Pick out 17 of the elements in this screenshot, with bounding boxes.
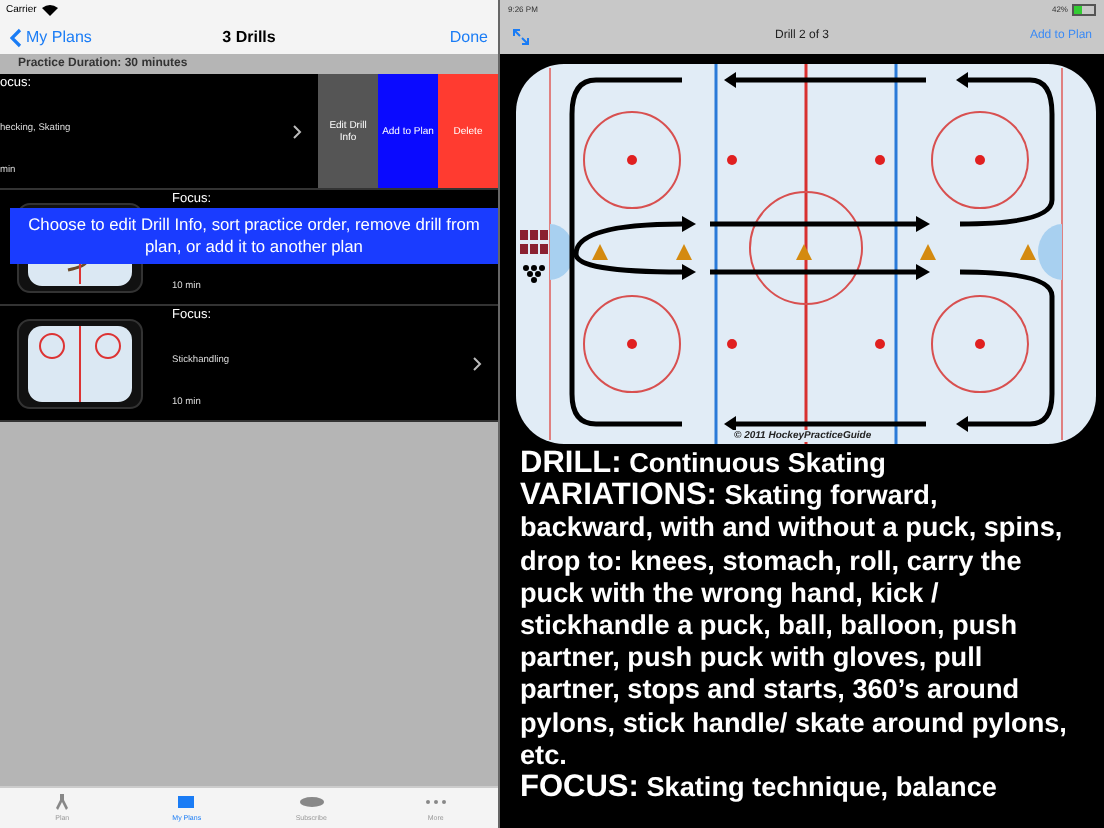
chevron-icon — [292, 123, 302, 139]
battery-icon — [1072, 3, 1096, 15]
chevron-icon — [472, 355, 482, 371]
drill-detail-text: DRILL: Continuous Skating — [520, 448, 888, 481]
expand-icon[interactable] — [512, 27, 530, 45]
back-chevron-icon — [10, 27, 22, 47]
back-button[interactable]: My Plans — [10, 27, 92, 47]
more-icon — [423, 794, 448, 810]
hint-tooltip: Choose to edit Drill Info, sort practice order, remove drill from plan, or add it to another plan — [10, 208, 498, 264]
drill-detail-text: VARIATIONS: Skating forward, backward, with and without a puck, spins, drop to: knees, stomach, roll, carry the puck with the wrong hand, kick / stickhandle a puck, ball, balloon, push partner, push puck with gloves, pull partner, stops and starts, 360’s around pylons, stick handle/ skate around pylons, etc. — [520, 480, 1069, 773]
plan-board-icon — [174, 794, 199, 810]
puck-icon — [299, 794, 324, 810]
nav-title: 3 Drills — [222, 28, 276, 46]
rink-thumbnail — [16, 317, 144, 409]
done-button[interactable]: Done — [449, 28, 488, 46]
wifi-icon — [42, 4, 59, 16]
drill-detail-text: FOCUS: Skating technique, balance — [520, 772, 999, 805]
